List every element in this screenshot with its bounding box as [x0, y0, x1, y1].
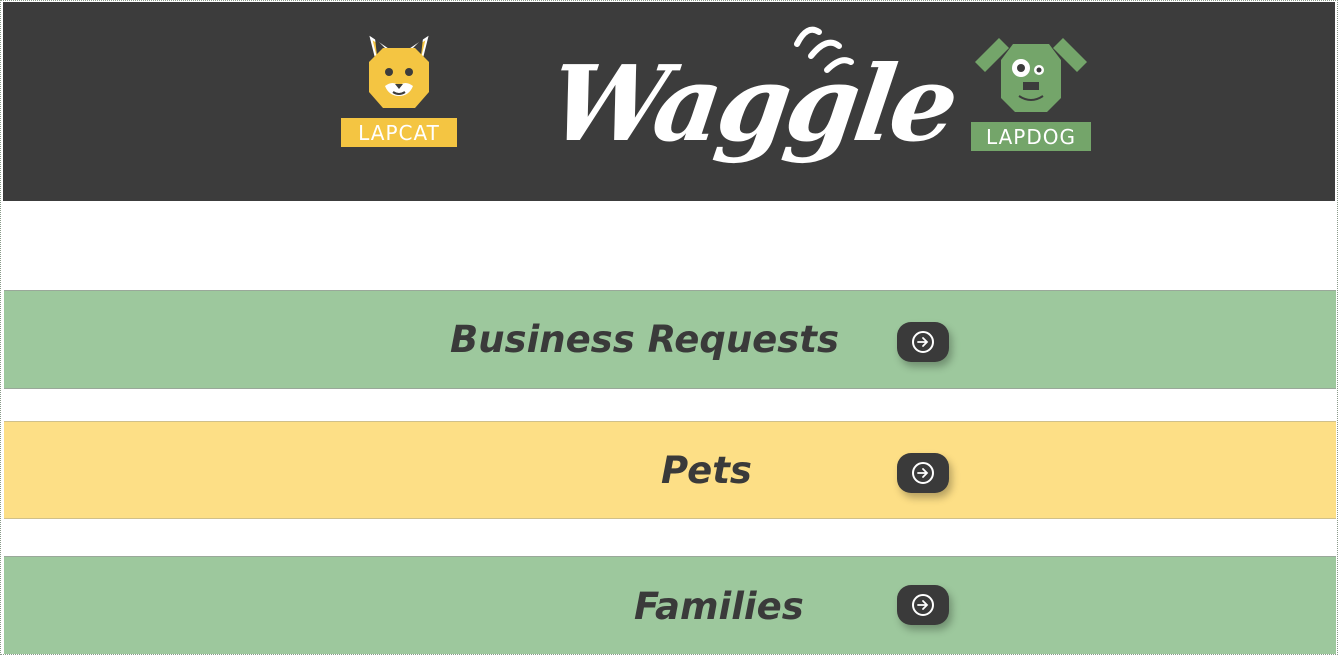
business-requests-row[interactable]: Business Requests	[4, 290, 1336, 389]
waggle-wordmark: Waggle	[542, 22, 962, 187]
header-bar: LAPCAT Waggle LAPDOG	[3, 2, 1335, 201]
business-requests-label: Business Requests	[450, 318, 840, 361]
pets-label: Pets	[661, 448, 752, 492]
lapcat-logo: LAPCAT	[341, 32, 457, 147]
lapdog-label: LAPDOG	[971, 122, 1091, 151]
brand-name: Waggle	[542, 42, 962, 165]
pets-row[interactable]: Pets	[4, 421, 1336, 519]
arrow-right-icon	[912, 331, 934, 353]
business-requests-arrow-button[interactable]	[897, 322, 949, 362]
lapdog-logo: LAPDOG	[969, 32, 1093, 151]
app-frame: LAPCAT Waggle LAPDOG Business Requests P…	[0, 0, 1338, 655]
pets-arrow-button[interactable]	[897, 453, 949, 493]
dog-face-icon	[975, 38, 1087, 112]
wag-lines-icon	[794, 26, 854, 73]
arrow-right-icon	[912, 462, 934, 484]
arrow-right-icon	[912, 594, 934, 616]
cat-face-icon	[369, 35, 429, 108]
families-label: Families	[634, 584, 804, 628]
families-row[interactable]: Families	[4, 556, 1336, 654]
lapcat-label: LAPCAT	[341, 118, 457, 147]
families-arrow-button[interactable]	[897, 585, 949, 625]
